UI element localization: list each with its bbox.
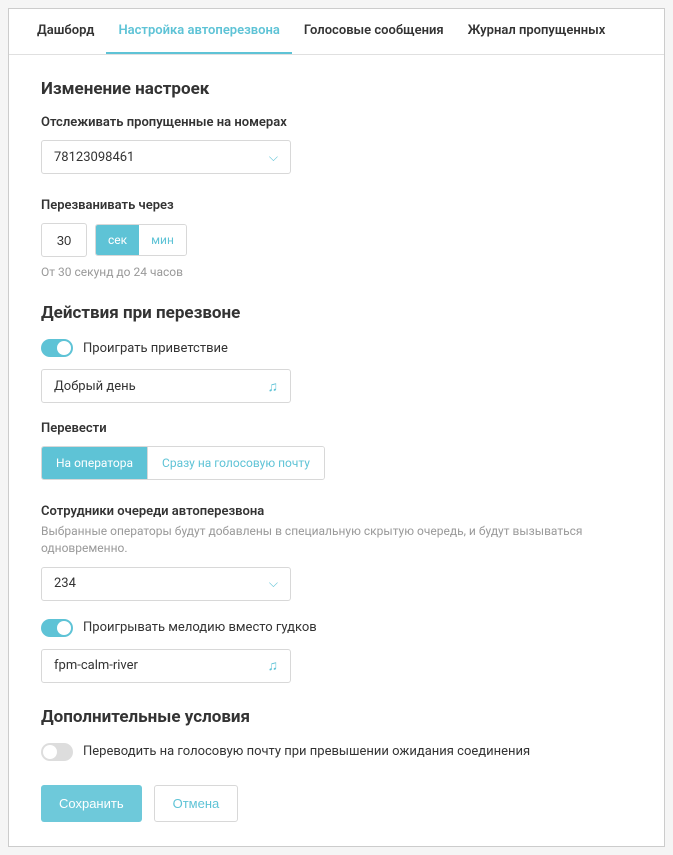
queue-select[interactable]: 234 ⌵: [41, 567, 291, 601]
music-icon: ♫: [268, 378, 279, 395]
queue-value: 234: [54, 576, 76, 591]
melody-section: Проигрывать мелодию вместо гудков fpm-ca…: [41, 619, 632, 683]
callback-delay-section: Перезванивать через сек мин От 30 секунд…: [41, 198, 632, 279]
queue-description: Выбранные операторы будут добавлены в сп…: [41, 523, 632, 557]
content-area: Изменение настроек Отслеживать пропущенн…: [9, 55, 664, 846]
greeting-value: Добрый день: [54, 379, 136, 394]
transfer-operator[interactable]: На оператора: [42, 447, 147, 479]
section-title-additional: Дополнительные условия: [41, 707, 632, 727]
chevron-down-icon: ⌵: [269, 576, 278, 591]
unit-seconds[interactable]: сек: [96, 225, 139, 255]
tabs-bar: Дашборд Настройка автоперезвона Голосовы…: [9, 9, 664, 55]
track-numbers-label: Отслеживать пропущенные на номерах: [41, 115, 632, 130]
save-button[interactable]: Сохранить: [41, 785, 142, 822]
melody-value: fpm-calm-river: [54, 658, 138, 673]
melody-toggle[interactable]: [41, 619, 73, 637]
track-numbers-section: Отслеживать пропущенные на номерах 78123…: [41, 115, 632, 174]
track-numbers-value: 78123098461: [54, 150, 134, 165]
time-unit-group: сек мин: [95, 224, 187, 256]
cancel-button[interactable]: Отмена: [154, 785, 239, 822]
voicemail-timeout-section: Переводить на голосовую почту при превыш…: [41, 743, 632, 761]
greeting-toggle[interactable]: [41, 339, 73, 357]
section-title-settings: Изменение настроек: [41, 79, 632, 99]
settings-window: Дашборд Настройка автоперезвона Голосовы…: [8, 8, 665, 847]
transfer-voicemail[interactable]: Сразу на голосовую почту: [147, 447, 324, 479]
transfer-section: Перевести На оператора Сразу на голосову…: [41, 421, 632, 480]
melody-toggle-label: Проигрывать мелодию вместо гудков: [83, 620, 317, 635]
chevron-down-icon: ⌵: [269, 150, 278, 165]
greeting-toggle-label: Проиграть приветствие: [83, 341, 228, 356]
greeting-section: Проиграть приветствие Добрый день ♫: [41, 339, 632, 403]
callback-delay-label: Перезванивать через: [41, 198, 632, 213]
tab-missed-log[interactable]: Журнал пропущенных: [456, 9, 618, 54]
queue-label: Сотрудники очереди автоперезвона: [41, 504, 632, 519]
queue-section: Сотрудники очереди автоперезвона Выбранн…: [41, 504, 632, 601]
transfer-options: На оператора Сразу на голосовую почту: [41, 446, 325, 480]
tab-dashboard[interactable]: Дашборд: [25, 9, 106, 54]
melody-select[interactable]: fpm-calm-river ♫: [41, 649, 291, 683]
track-numbers-select[interactable]: 78123098461 ⌵: [41, 140, 291, 174]
unit-minutes[interactable]: мин: [139, 225, 186, 255]
action-buttons: Сохранить Отмена: [41, 785, 632, 822]
voicemail-timeout-label: Переводить на голосовую почту при превыш…: [83, 744, 530, 759]
tab-voice-messages[interactable]: Голосовые сообщения: [292, 9, 456, 54]
section-title-actions: Действия при перезвоне: [41, 303, 632, 323]
callback-delay-hint: От 30 секунд до 24 часов: [41, 265, 632, 279]
voicemail-timeout-toggle[interactable]: [41, 743, 73, 761]
music-icon: ♫: [268, 657, 279, 674]
tab-callback-settings[interactable]: Настройка автоперезвона: [106, 9, 291, 54]
transfer-label: Перевести: [41, 421, 632, 436]
callback-delay-input[interactable]: [41, 223, 87, 257]
greeting-select[interactable]: Добрый день ♫: [41, 369, 291, 403]
